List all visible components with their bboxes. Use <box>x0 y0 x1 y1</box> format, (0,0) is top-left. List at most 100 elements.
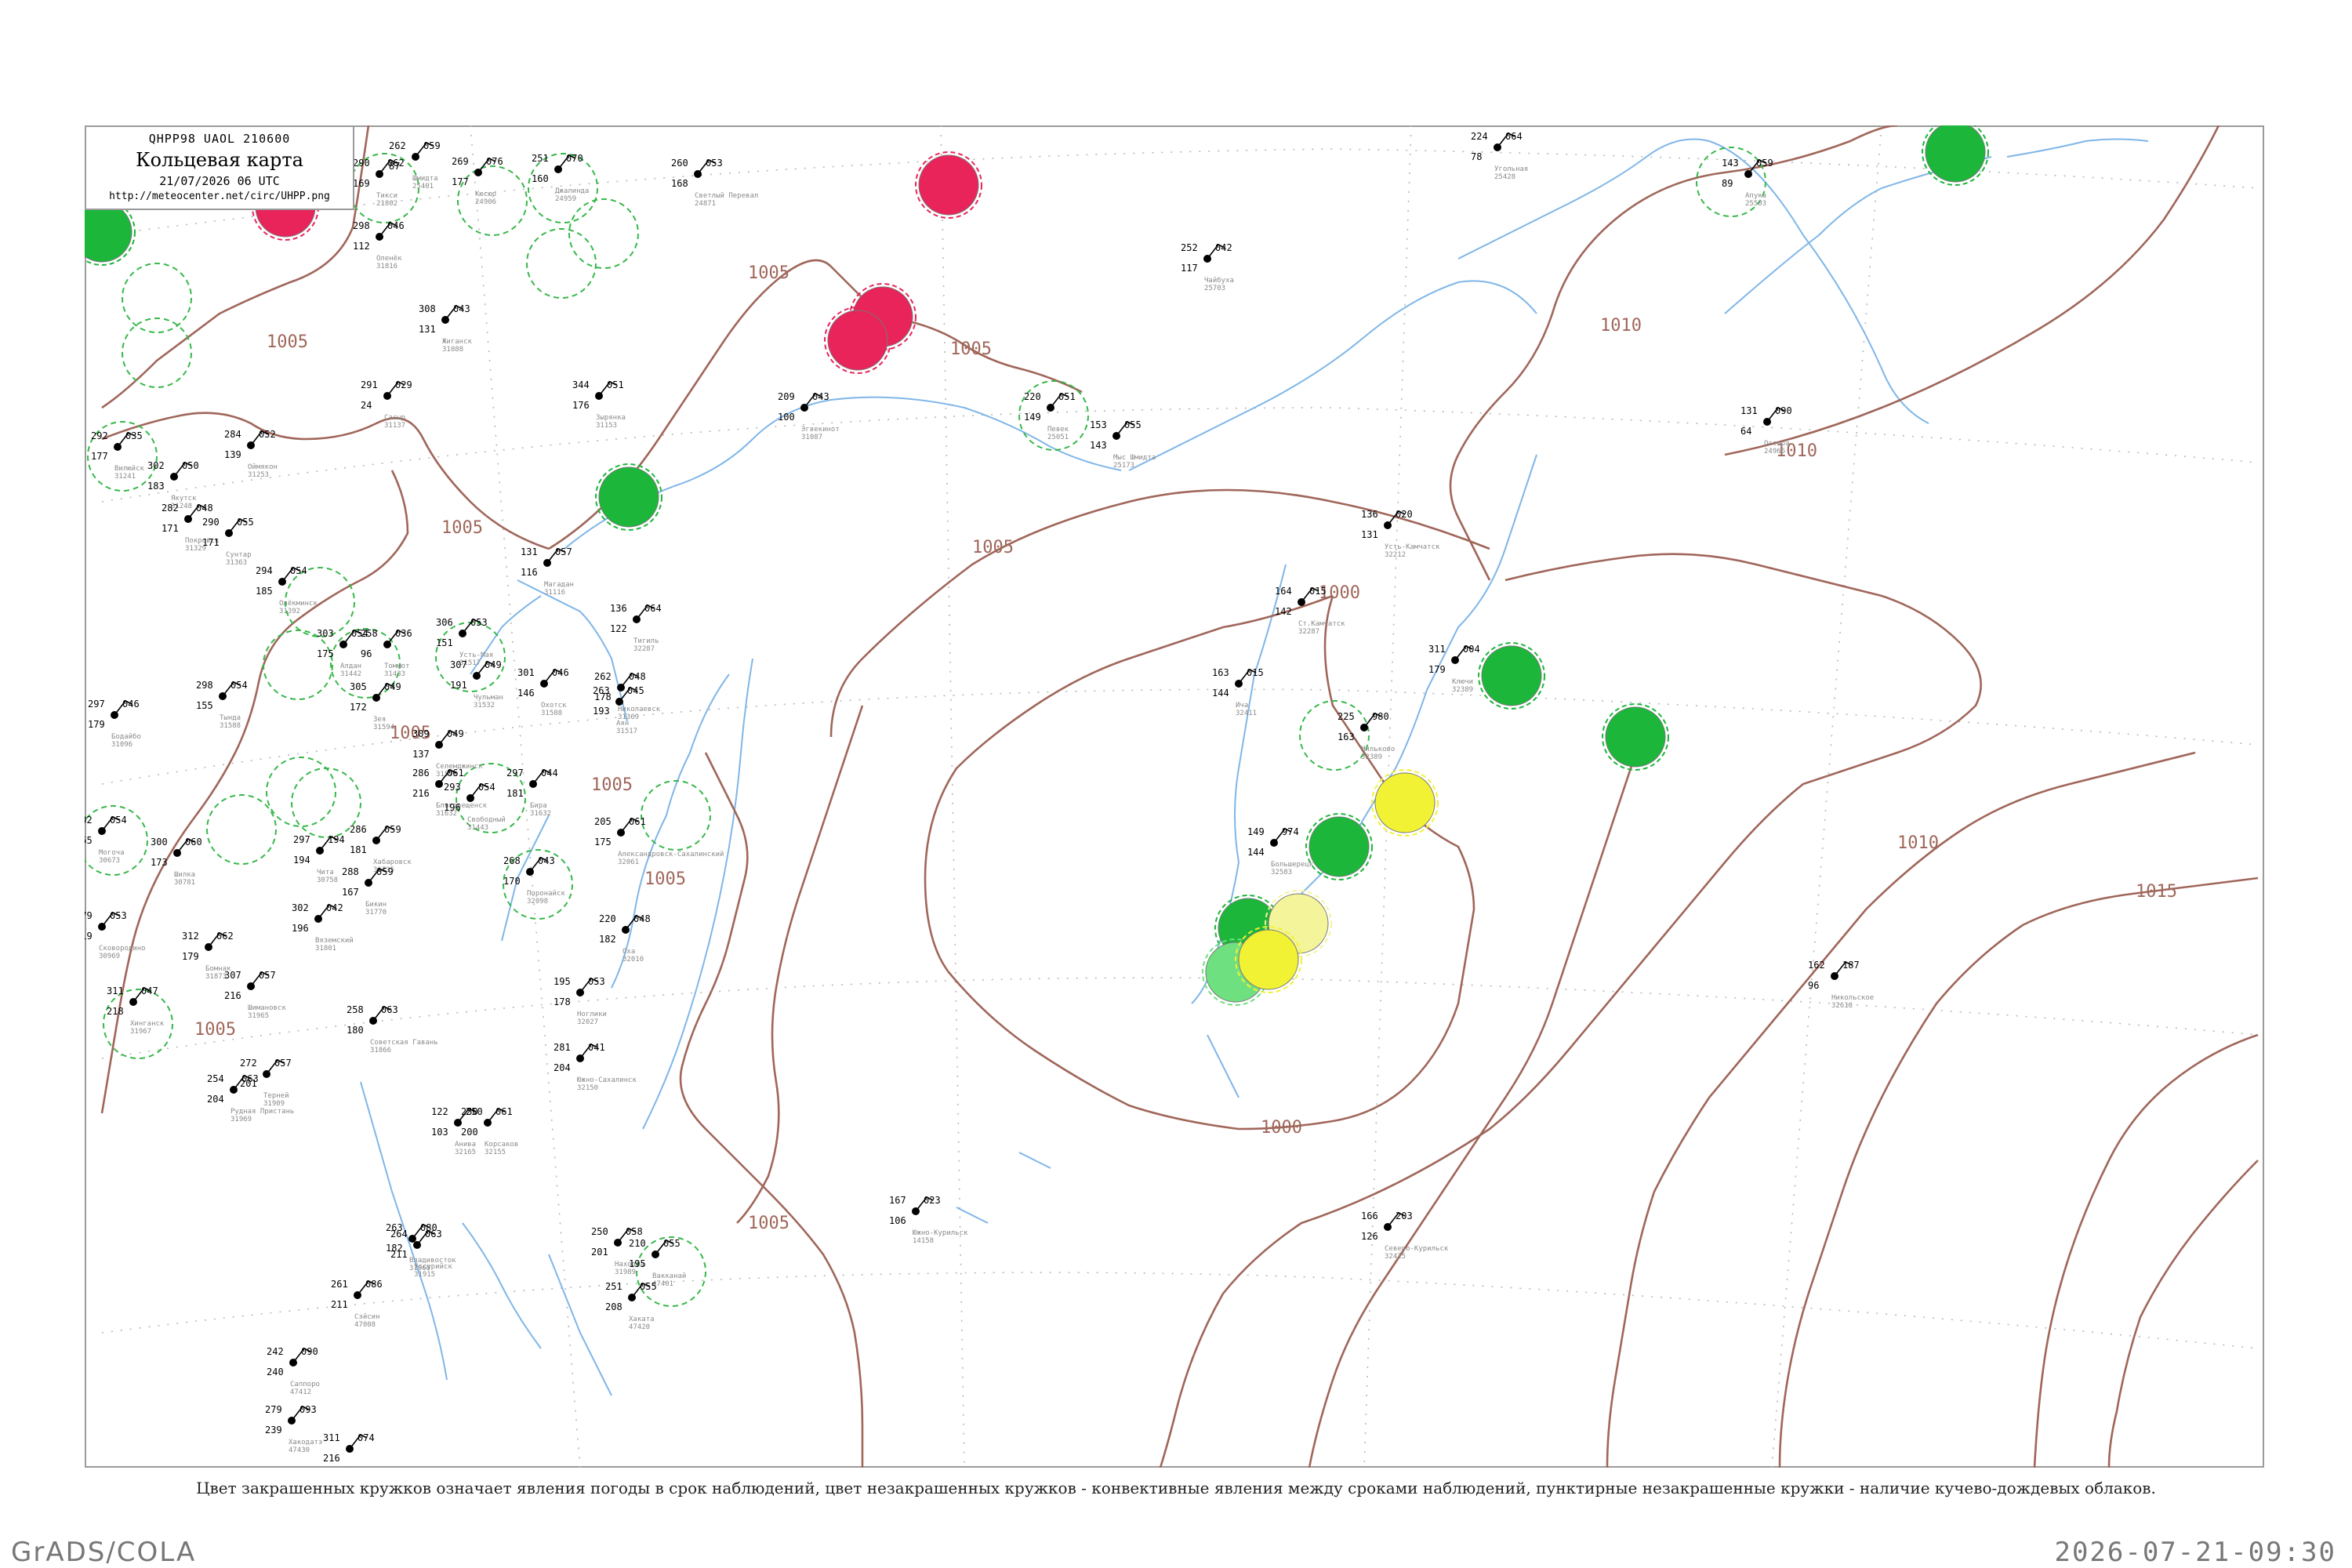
station-temp: 302 <box>75 815 93 826</box>
station-plot[interactable]: 279 093 239 Хакодатэ47430 <box>265 1404 322 1454</box>
map-url[interactable]: http://meteocenter.net/circ/UHPP.png <box>86 191 353 202</box>
station-plot[interactable]: 302 054 155 Могоча30673 <box>75 815 127 865</box>
station-plot[interactable]: 264 063 211 Уссурийск31915 <box>390 1229 452 1279</box>
station-plot[interactable]: 269 076 177 Кюсюр24906 <box>452 156 503 206</box>
station-plot[interactable]: 131 090 64 Оссора24966 <box>1740 405 1792 456</box>
weather-circle[interactable] <box>915 151 982 219</box>
station-name: Зея <box>373 716 386 724</box>
station-plot[interactable]: 131 057 116 Магадан31116 <box>521 546 574 597</box>
station-plot[interactable]: 136 064 122 Тигиль32287 <box>610 603 662 653</box>
station-plot[interactable]: 284 052 139 Оймякон31253 <box>224 429 278 479</box>
station-id: 31253 <box>248 471 269 479</box>
station-id: 30758 <box>317 877 338 884</box>
cb-dashed-ring <box>122 263 192 333</box>
weather-circle[interactable] <box>1478 642 1545 710</box>
station-plot[interactable]: 163 015 144 Ича32411 <box>1212 667 1264 717</box>
station-plot[interactable]: 209 043 100 Эгвекинот31087 <box>778 391 840 441</box>
station-name: Тикси <box>376 192 397 200</box>
station-plot[interactable]: 294 054 185 Олёкминск31392 <box>256 565 318 615</box>
station-name: Ича <box>1236 702 1248 710</box>
station-plot[interactable]: 272 057 201 Терней31909 <box>240 1058 292 1108</box>
station-pressure: 063 <box>425 1229 442 1240</box>
station-plot[interactable]: 195 053 178 Ноглики32027 <box>554 976 607 1026</box>
station-plot[interactable]: 305 049 172 Зея31594 <box>350 681 401 731</box>
station-plot[interactable]: 290 062 169 Тикси21802 <box>353 158 405 208</box>
station-name: Шимановск <box>248 1004 286 1012</box>
station-plot[interactable]: 311 074216Мисава47580 <box>323 1432 375 1483</box>
station-plot[interactable]: 311 004 179 Ключи32389 <box>1428 644 1480 694</box>
station-dewpoint: 122 <box>610 623 627 634</box>
station-name: Хаката <box>629 1316 655 1323</box>
station-temp: 261 <box>331 1279 348 1290</box>
station-dewpoint: 194 <box>293 855 310 866</box>
station-plot[interactable]: 297 194 194 Чита30758 <box>293 834 345 884</box>
weather-circle[interactable] <box>1371 769 1439 837</box>
station-plot[interactable]: 291 029 24 Сасыр31137 <box>361 379 412 430</box>
isobar-label: 1010 <box>1600 316 1642 336</box>
station-name: Саппоро <box>290 1381 320 1388</box>
station-name: Уссурийск <box>414 1263 452 1271</box>
weather-circle[interactable] <box>1602 703 1669 771</box>
station-plot[interactable]: 281 041 204 Южно-Сахалинск32150 <box>554 1042 637 1092</box>
weather-circle[interactable] <box>1922 119 1989 186</box>
station-plot[interactable]: 290 055 171 Сунтар31363 <box>202 517 254 567</box>
station-name: Охотск <box>541 702 567 710</box>
station-plot[interactable]: 344 051 176 Зырянка31153 <box>572 379 626 430</box>
station-plot[interactable]: 251 055 208 Хаката47420 <box>605 1281 657 1331</box>
station-plot[interactable]: 297 046 179 Бодайбо31096 <box>88 699 141 749</box>
station-plot[interactable]: 260 053 168 Светлый Перевал24871 <box>671 158 758 208</box>
station-dewpoint: 216 <box>412 788 430 799</box>
station-temp: 286 <box>350 824 367 835</box>
station-plot[interactable]: 220 048 182 Оха32010 <box>599 913 651 964</box>
station-name: Эгвекинот <box>801 426 840 434</box>
station-plot[interactable]: 292 035 177 Вилюйск31241 <box>91 430 145 481</box>
station-id: 30673 <box>99 857 120 865</box>
station-plot[interactable]: 302 042 196 Вяземский31801 <box>292 902 354 953</box>
station-plot[interactable]: 301 046 146 Охотск31588 <box>517 667 569 717</box>
station-pressure: 061 <box>495 1106 513 1117</box>
station-pressure: 004 <box>1463 644 1480 655</box>
station-plot[interactable]: 167 023 106 Южно-Курильск14158 <box>889 1195 968 1245</box>
station-temp: 254 <box>207 1073 224 1084</box>
station-plot[interactable]: 149 974 144 Большерецк32583 <box>1247 826 1314 877</box>
station-id: 24871 <box>695 200 716 208</box>
station-plot[interactable]: 261 086 211 Сэйсин47008 <box>331 1279 383 1329</box>
station-dewpoint: 239 <box>265 1425 282 1436</box>
station-plot[interactable]: 220 051 149 Певек25051 <box>1024 391 1076 441</box>
weather-circle[interactable] <box>824 307 891 374</box>
station-dewpoint: 144 <box>1247 847 1265 858</box>
station-plot[interactable]: 288 059 167 Бикин31770 <box>342 866 394 916</box>
station-temp: 293 <box>444 782 461 793</box>
station-plot[interactable]: 258 063 180 Советская Гавань31866 <box>347 1004 438 1054</box>
station-plot[interactable]: 298 046 112 Оленёк31816 <box>353 220 405 270</box>
station-plot[interactable]: 136 020 131 Усть-Камчатск32212 <box>1361 509 1440 559</box>
station-pressure: 061 <box>629 816 646 827</box>
station-id: 31433 <box>384 670 405 678</box>
station-plot[interactable]: 308 043 131 Жиганск31088 <box>419 303 473 354</box>
station-temp: 279 <box>265 1404 282 1415</box>
station-id: 31909 <box>263 1100 285 1108</box>
station-pressure: 090 <box>1775 405 1792 416</box>
station-plot[interactable]: 298 054 155 Тында31588 <box>196 680 248 730</box>
weather-circle[interactable] <box>1305 813 1373 880</box>
station-name: Могоча <box>99 849 125 857</box>
station-dewpoint: 191 <box>450 680 467 691</box>
station-plot[interactable]: 225 980 163 Мильково32389 <box>1338 711 1395 761</box>
station-plot[interactable]: 307 057 216 Шимановск31965 <box>224 970 286 1020</box>
station-plot[interactable]: 205 061 175 Александровск-Сахалинский32061 <box>594 816 724 866</box>
station-plot[interactable]: 162 187 96 Никольское32618 <box>1808 960 1874 1010</box>
station-plot[interactable]: 252 042 117 Чайбуха25703 <box>1181 242 1234 292</box>
station-plot[interactable]: 251 070 160 Джалинда24959 <box>532 153 589 203</box>
station-name: Мыс Шмидта <box>1113 454 1156 462</box>
station-plot[interactable]: 297 044 181 Бира31632 <box>506 768 558 818</box>
station-plot[interactable]: 224 064 78 Угольная25428 <box>1471 131 1528 181</box>
station-plot[interactable]: 258 036 96 Томмот31433 <box>361 628 412 678</box>
station-name: Тигиль <box>633 637 659 645</box>
station-pressure: 057 <box>274 1058 292 1069</box>
station-id: 32165 <box>455 1149 476 1156</box>
station-id: 31801 <box>315 945 336 953</box>
station-temp: 136 <box>610 603 627 614</box>
station-temp: 298 <box>353 220 370 231</box>
station-plot[interactable]: 166 203 126 Северо-Курильск32425 <box>1361 1210 1449 1261</box>
station-plot[interactable]: 242 090 240 Саппоро47412 <box>267 1346 320 1396</box>
